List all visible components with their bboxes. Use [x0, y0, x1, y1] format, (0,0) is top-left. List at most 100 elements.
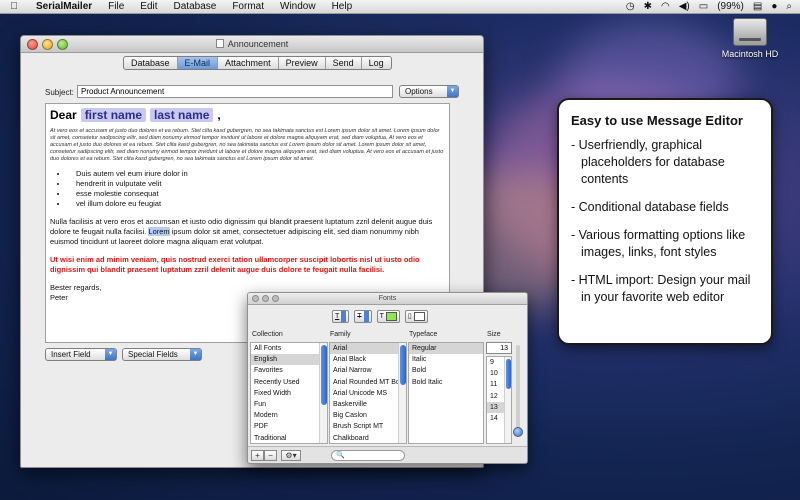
- spotlight-icon[interactable]: ⌕: [786, 1, 792, 12]
- text-color-button[interactable]: T: [376, 310, 400, 323]
- battery-percent[interactable]: (99%): [717, 1, 744, 12]
- battery-icon[interactable]: ▭: [699, 1, 708, 12]
- list-item[interactable]: All Fonts: [251, 343, 327, 354]
- tab-send[interactable]: Send: [326, 57, 362, 69]
- callout-title: Easy to use Message Editor: [571, 113, 743, 128]
- menu-file[interactable]: File: [100, 1, 132, 12]
- volume-icon[interactable]: ◀): [679, 1, 690, 12]
- subject-input[interactable]: [77, 85, 393, 98]
- list-item[interactable]: Bold: [409, 365, 483, 376]
- menu-help[interactable]: Help: [324, 1, 361, 12]
- size-header: Size: [487, 331, 501, 338]
- fonts-panel: Fonts T T T ▯ Collection Family Typeface…: [247, 292, 528, 464]
- list-item[interactable]: Favorites: [251, 365, 327, 376]
- fonts-titlebar[interactable]: Fonts: [248, 293, 527, 305]
- add-collection-button[interactable]: +: [251, 450, 264, 461]
- zoom-button[interactable]: [57, 39, 68, 50]
- list-item[interactable]: Big Caslon: [330, 410, 406, 421]
- callout-point: - Various formatting options like images…: [571, 228, 746, 259]
- size-slider[interactable]: [513, 345, 523, 437]
- list-item[interactable]: Fun: [251, 399, 327, 410]
- list-item[interactable]: Baskerville: [330, 399, 406, 410]
- close-button[interactable]: [252, 295, 259, 302]
- scrollbar[interactable]: [504, 357, 511, 443]
- list-item[interactable]: Arial Black: [330, 354, 406, 365]
- options-popup[interactable]: Options ▼: [399, 85, 459, 98]
- list-item[interactable]: PDF: [251, 421, 327, 432]
- scrollbar[interactable]: [319, 343, 327, 443]
- popup-arrow-icon: ▼: [447, 86, 458, 97]
- placeholder-last-name[interactable]: last name: [150, 108, 214, 122]
- time-machine-icon[interactable]: ◷: [626, 1, 635, 12]
- tab-email[interactable]: E-Mail: [177, 57, 219, 69]
- flag-icon[interactable]: ▤: [753, 1, 762, 12]
- menu-app-name[interactable]: SerialMailer: [28, 1, 100, 12]
- list-item[interactable]: English: [251, 354, 327, 366]
- slider-knob[interactable]: [513, 427, 523, 437]
- tab-attachment[interactable]: Attachment: [218, 57, 279, 69]
- insert-field-popup[interactable]: Insert Field ▼: [45, 348, 117, 361]
- list-item[interactable]: Chalkboard: [330, 433, 406, 444]
- size-list[interactable]: 9 10 11 12 13 14: [486, 356, 512, 444]
- typeface-header: Typeface: [409, 331, 438, 338]
- list-item[interactable]: Regular: [409, 343, 483, 355]
- document-icon: [215, 39, 224, 48]
- gear-menu-button[interactable]: ⚙▾: [281, 450, 301, 461]
- apple-icon[interactable]: : [8, 1, 20, 12]
- user-icon[interactable]: ●: [771, 1, 777, 12]
- list-item[interactable]: Italic: [409, 354, 483, 365]
- list-item[interactable]: Recently Used: [251, 377, 327, 388]
- list-item[interactable]: Brush Script MT: [330, 421, 406, 432]
- special-fields-popup[interactable]: Special Fields ▼: [122, 348, 202, 361]
- list-item[interactable]: Arial: [330, 343, 406, 355]
- fonts-toolbar: T T T ▯: [332, 310, 428, 323]
- wifi-icon[interactable]: ◠: [661, 1, 670, 12]
- window-controls: [27, 39, 68, 50]
- list-item[interactable]: Arial Unicode MS: [330, 388, 406, 399]
- tab-log[interactable]: Log: [362, 57, 391, 69]
- window-titlebar[interactable]: Announcement: [21, 36, 483, 53]
- desktop-drive[interactable]: Macintosh HD: [718, 18, 782, 59]
- fonts-bottom-bar: + − ⚙▾ 🔍: [248, 446, 527, 463]
- family-list[interactable]: Arial Arial Black Arial Narrow Arial Rou…: [329, 342, 407, 444]
- scrollbar[interactable]: [398, 343, 406, 443]
- menu-arrow-icon: [363, 311, 369, 322]
- remove-collection-button[interactable]: −: [264, 450, 277, 461]
- collection-header: Collection: [252, 331, 283, 338]
- menu-window[interactable]: Window: [272, 1, 324, 12]
- scroll-thumb[interactable]: [321, 345, 327, 405]
- placeholder-first-name[interactable]: first name: [80, 108, 147, 122]
- scroll-thumb[interactable]: [400, 345, 406, 385]
- minimize-button[interactable]: [42, 39, 53, 50]
- list-item[interactable]: Fixed Width: [251, 388, 327, 399]
- strikethrough-button[interactable]: T: [354, 310, 372, 323]
- selected-word: Lorem: [148, 227, 170, 236]
- list-item[interactable]: Bold Italic: [409, 377, 483, 388]
- list-item[interactable]: Modern: [251, 410, 327, 421]
- minimize-button[interactable]: [262, 295, 269, 302]
- close-button[interactable]: [27, 39, 38, 50]
- italic-paragraph: At vero eos et accusam et justo duo dolo…: [50, 128, 444, 162]
- menu-database[interactable]: Database: [166, 1, 225, 12]
- document-color-button[interactable]: ▯: [404, 310, 428, 323]
- list-item[interactable]: Traditional: [251, 433, 327, 444]
- list-item[interactable]: Arial Rounded MT Bold: [330, 377, 406, 388]
- list-item[interactable]: Arial Narrow: [330, 365, 406, 376]
- callout-point: - Conditional database fields: [571, 200, 729, 214]
- underline-button[interactable]: T: [332, 310, 350, 323]
- tab-database[interactable]: Database: [124, 57, 178, 69]
- scroll-thumb[interactable]: [506, 359, 511, 389]
- zoom-button[interactable]: [272, 295, 279, 302]
- size-input[interactable]: [486, 342, 512, 354]
- strikethrough-icon: T: [357, 313, 362, 320]
- bullet-list: Duis autem vel eum iriure dolor in hendr…: [68, 169, 445, 209]
- bluetooth-icon[interactable]: ✱: [644, 1, 652, 12]
- text-color-icon: T: [379, 313, 384, 320]
- menu-edit[interactable]: Edit: [132, 1, 165, 12]
- menu-format[interactable]: Format: [224, 1, 272, 12]
- font-search-field[interactable]: 🔍: [331, 450, 405, 461]
- underline-icon: T: [335, 313, 340, 320]
- typeface-list[interactable]: Regular Italic Bold Bold Italic: [408, 342, 484, 444]
- collection-list[interactable]: All Fonts English Favorites Recently Use…: [250, 342, 328, 444]
- tab-preview[interactable]: Preview: [279, 57, 326, 69]
